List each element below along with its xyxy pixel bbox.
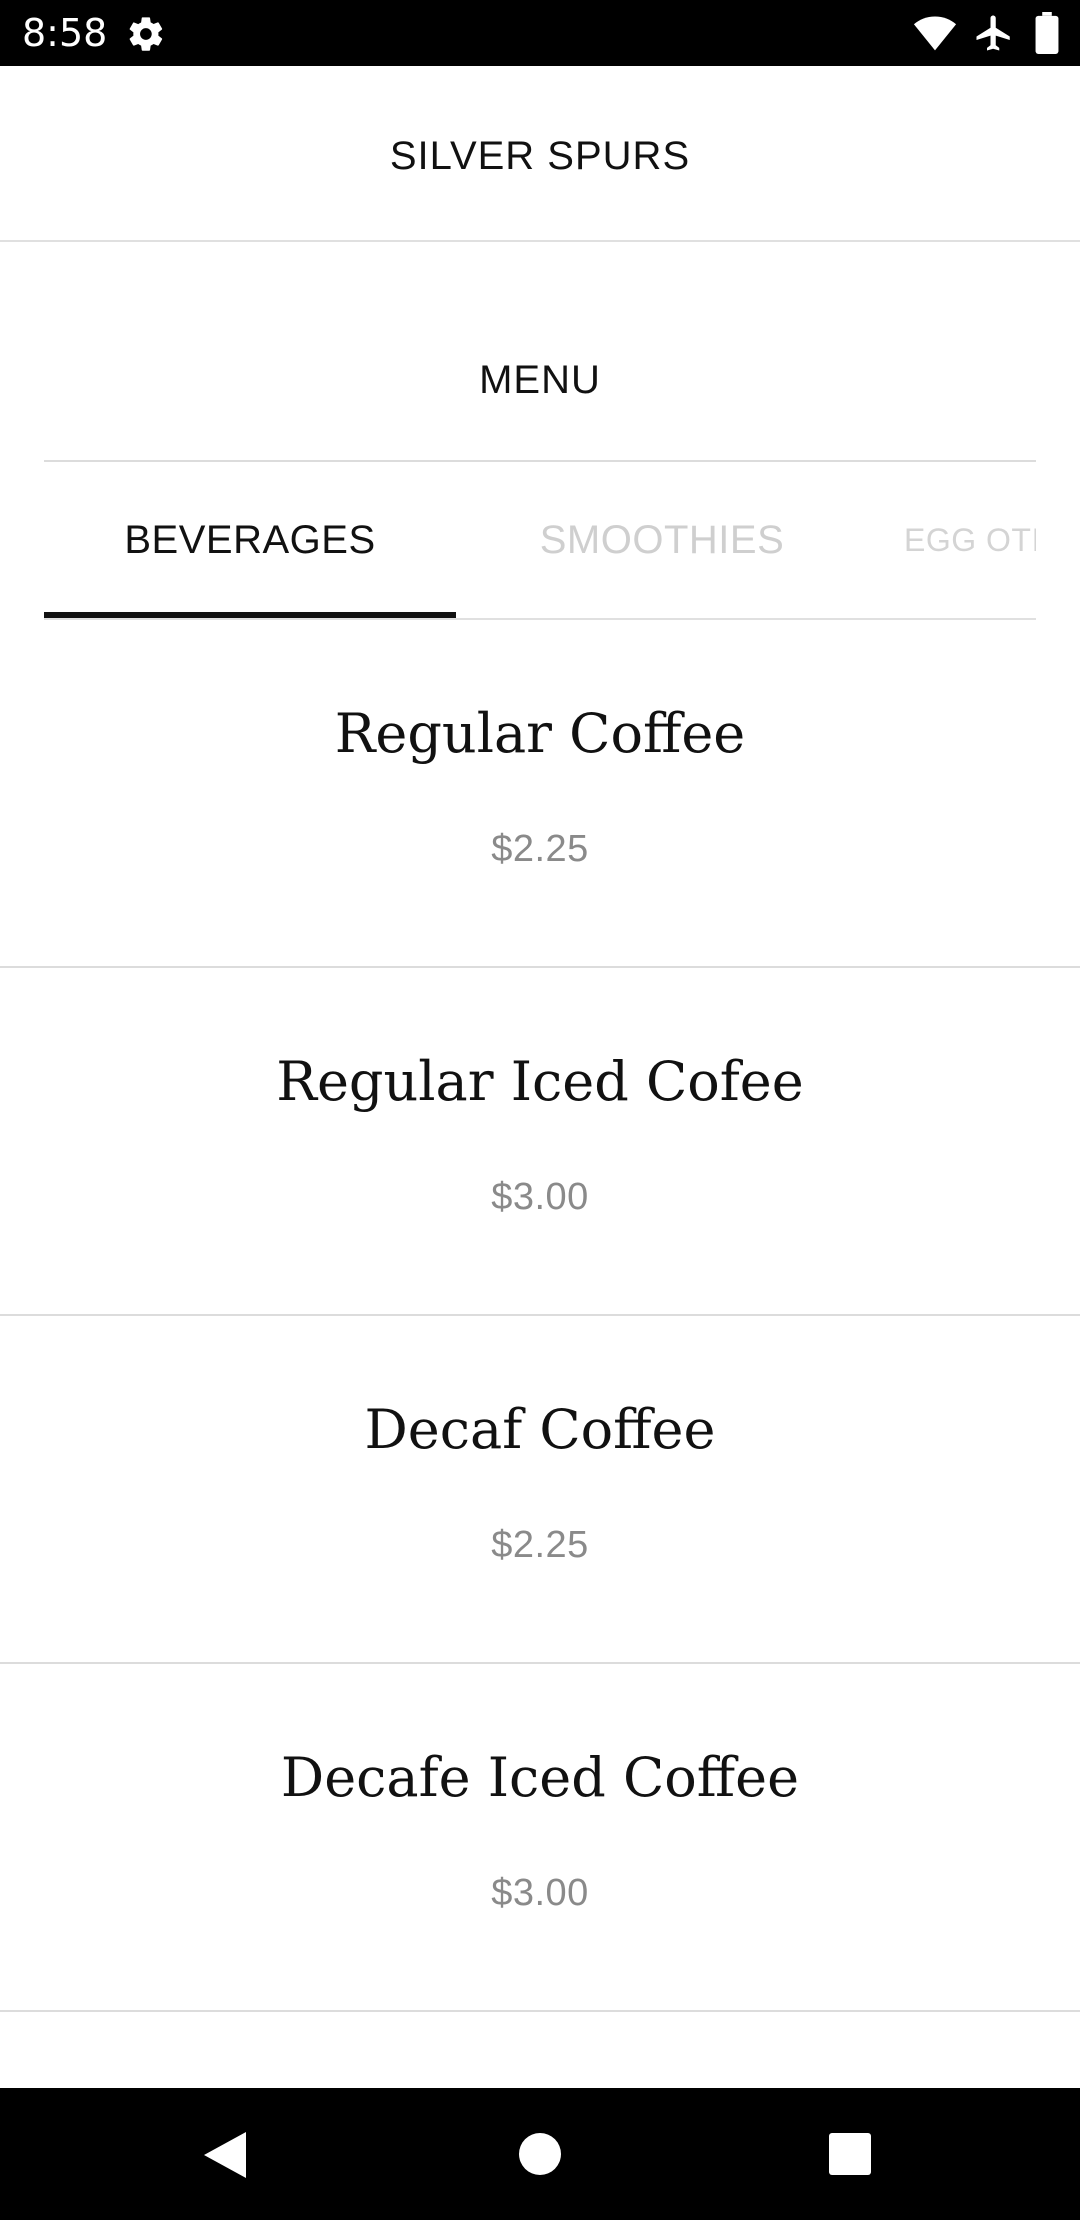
item-name: Regular Coffee: [334, 702, 746, 765]
wifi-icon: [913, 16, 957, 51]
app-title: SILVER SPURS: [389, 134, 691, 178]
tab-egg-otis[interactable]: EGG OTIS: [904, 462, 1036, 618]
menu-title: MENU: [479, 358, 601, 402]
app-header: SILVER SPURS: [0, 66, 1080, 242]
category-tabs: BEVERAGES SMOOTHIES EGG OTIS: [44, 462, 1036, 620]
menu-item[interactable]: Decaf Coffee $2.25: [0, 1316, 1080, 1664]
battery-icon: [1035, 12, 1059, 54]
menu-item[interactable]: Regular Coffee $2.25: [0, 620, 1080, 968]
tab-indicator: [44, 612, 456, 618]
recents-icon[interactable]: [828, 2132, 872, 2176]
item-name: Decaf Coffee: [364, 1398, 716, 1461]
menu-item[interactable]: Regular Iced Cofee $3.00: [0, 968, 1080, 1316]
airplane-icon: [976, 15, 1010, 51]
home-icon[interactable]: [518, 2132, 562, 2176]
menu-item[interactable]: Decafe Iced Coffee $3.00: [0, 1664, 1080, 2012]
item-name: Decafe Iced Coffee: [280, 1746, 800, 1809]
item-price: $2.25: [491, 1524, 589, 1566]
status-bar: 8:58: [0, 0, 1080, 66]
back-icon[interactable]: [202, 2130, 248, 2180]
tab-beverages[interactable]: BEVERAGES: [44, 462, 456, 618]
tab-smoothies[interactable]: SMOOTHIES: [456, 462, 868, 618]
gear-icon: [129, 17, 163, 51]
status-time: 8:58: [22, 11, 108, 55]
item-name: Regular Iced Cofee: [276, 1050, 804, 1113]
item-price: $3.00: [491, 1176, 589, 1218]
navigation-bar: [0, 2088, 1080, 2220]
item-price: $2.25: [491, 828, 589, 870]
item-price: $3.00: [491, 1872, 589, 1914]
